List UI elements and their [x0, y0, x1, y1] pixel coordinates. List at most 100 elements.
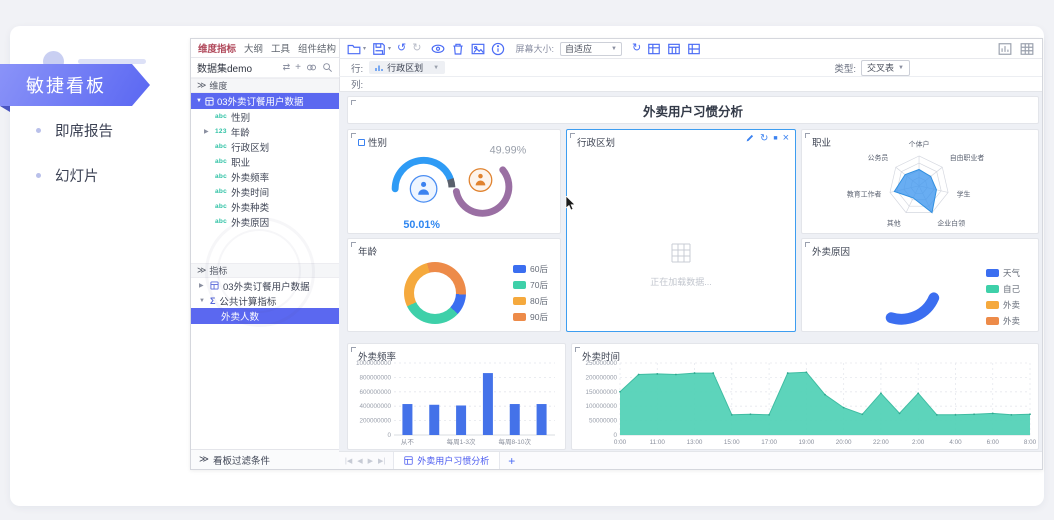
snapshot-icon[interactable]	[667, 42, 681, 56]
svg-text:8:00: 8:00	[1024, 439, 1037, 446]
dataset-name: 数据集demo	[197, 60, 252, 75]
menu-item-agile-dashboard[interactable]: 敏捷看板	[0, 64, 150, 106]
tree-field[interactable]: abc职业	[191, 154, 339, 169]
chart-card-region[interactable]: 行政区划 ↻ ■ × 正在加载数据...	[566, 129, 796, 332]
legend-item[interactable]: 自己	[986, 283, 1036, 295]
field-type-icon: abc	[215, 203, 227, 210]
field-type-icon: abc	[215, 173, 227, 180]
redo-icon[interactable]: ↻	[412, 43, 421, 54]
search-icon[interactable]	[322, 62, 333, 73]
add-icon[interactable]: +	[295, 62, 301, 73]
loading-placeholder: 正在加载数据...	[567, 240, 795, 288]
dashboard-canvas: 外卖用户习惯分析 性别 50.01% 49.99%	[339, 92, 1042, 453]
svg-text:15:00: 15:00	[724, 439, 740, 446]
legend-item[interactable]: 天气	[986, 267, 1036, 279]
svg-text:20:00: 20:00	[836, 439, 852, 446]
save-caret-icon[interactable]: ▾	[388, 45, 391, 52]
row-shelf: 行: 行政区划▼ 类型: 交叉表▼	[339, 59, 1042, 77]
first-sheet-icon[interactable]: |◀	[345, 457, 352, 465]
tree-field[interactable]: abc外卖频率	[191, 169, 339, 184]
chart-card-occupation[interactable]: 职业 个体户自由职业者学生企业白领其他教育工作者公务员	[801, 129, 1039, 234]
dimensions-section-header[interactable]: ≫维度	[191, 78, 339, 93]
tab-tools[interactable]: 工具	[271, 41, 290, 55]
table-config-icon[interactable]	[687, 42, 701, 56]
chart-card-reason[interactable]: 外卖原因 天气自己外卖外卖	[801, 238, 1039, 332]
image-icon[interactable]	[471, 42, 485, 56]
chart-card-frequency[interactable]: 外卖频率 02000000004000000006000000008000000…	[347, 343, 566, 450]
preview-icon[interactable]	[431, 42, 445, 56]
reason-legend: 天气自己外卖外卖	[986, 267, 1036, 327]
toolbar: ▾ ▾ ↺ ↻ 屏幕大小: 自适应▼ ↻	[339, 39, 1042, 59]
chart-card-time[interactable]: 外卖时间 05000000010000000015000000020000000…	[571, 343, 1039, 450]
chart-card-age[interactable]: 年龄 60后70后80后90后	[347, 238, 561, 332]
chart-switch-icon[interactable]	[998, 42, 1012, 56]
refresh-icon[interactable]: ↻	[760, 134, 768, 143]
svg-text:0:00: 0:00	[614, 439, 627, 446]
caret-right-icon[interactable]: ▶	[199, 282, 206, 289]
edit-pencil-icon[interactable]	[745, 133, 755, 143]
refresh-icon[interactable]: ↻	[632, 43, 641, 54]
sheet-tab-active[interactable]: 外卖用户习惯分析	[393, 452, 500, 469]
dashboard-title-card[interactable]: 外卖用户习惯分析	[347, 96, 1039, 124]
last-sheet-icon[interactable]: ▶|	[378, 457, 385, 465]
stop-icon[interactable]: ■	[773, 134, 777, 143]
svg-text:11:00: 11:00	[650, 439, 666, 446]
export-icon[interactable]	[647, 42, 661, 56]
tab-component-structure[interactable]: 组件结构	[298, 41, 336, 55]
legend-item[interactable]: 70后	[513, 279, 548, 291]
next-sheet-icon[interactable]: ▶	[368, 457, 373, 465]
frequency-bar-chart: 0200000000400000000600000000800000000100…	[348, 358, 565, 447]
info-icon[interactable]	[491, 42, 505, 56]
field-type-icon: abc	[215, 188, 227, 195]
linkage-icon	[358, 139, 365, 146]
tab-dimension-measure[interactable]: 维度指标	[198, 41, 236, 55]
menu-item-slides[interactable]: 幻灯片	[36, 165, 99, 186]
caret-down-icon[interactable]: ▼	[196, 98, 202, 104]
close-icon[interactable]: ×	[783, 134, 789, 143]
bi-app-window: 维度指标 大纲 工具 组件结构 数据集demo ⇄ + ≫维度 ▼03外卖订餐用…	[190, 38, 1043, 470]
svg-text:企业白领: 企业白领	[937, 219, 965, 228]
legend-item[interactable]: 外卖	[986, 299, 1036, 311]
chevron-down-icon: ▼	[433, 65, 439, 71]
col-label: 列:	[351, 77, 363, 91]
legend-item[interactable]: 60后	[513, 263, 548, 275]
legend-item[interactable]: 80后	[513, 295, 548, 307]
svg-text:0: 0	[613, 432, 617, 439]
screen-size-select[interactable]: 自适应▼	[560, 42, 622, 56]
chart-card-gender[interactable]: 性别 50.01% 49.99%	[347, 129, 561, 234]
data-table-icon[interactable]	[1020, 42, 1034, 56]
menu-label: 敏捷看板	[26, 72, 106, 98]
tree-field[interactable]: abc行政区划	[191, 139, 339, 154]
tree-field[interactable]: abc性别	[191, 109, 339, 124]
save-icon[interactable]	[372, 42, 386, 56]
svg-text:个体户: 个体户	[909, 139, 930, 148]
legend-item[interactable]: 外卖	[986, 315, 1036, 327]
svg-text:从不: 从不	[401, 438, 415, 446]
svg-text:22:00: 22:00	[873, 439, 889, 446]
dashboard-filter-bar[interactable]: ≫看板过滤条件	[191, 449, 339, 469]
caret-right-icon[interactable]: ▶	[204, 128, 211, 135]
folder-open-icon[interactable]	[347, 42, 361, 56]
panel-tab-bar: 维度指标 大纲 工具 组件结构	[191, 39, 339, 58]
delete-icon[interactable]	[451, 42, 465, 56]
field-type-icon: abc	[215, 113, 227, 120]
prev-sheet-icon[interactable]: ◀	[357, 457, 362, 465]
row-field-pill[interactable]: 行政区划▼	[369, 61, 445, 74]
tree-field[interactable]: abc外卖时间	[191, 184, 339, 199]
legend-item[interactable]: 90后	[513, 311, 548, 323]
caret-down-icon[interactable]: ▼	[199, 298, 206, 304]
undo-icon[interactable]: ↺	[397, 43, 406, 54]
svg-text:6:00: 6:00	[987, 439, 1000, 446]
tree-field[interactable]: ▶123年龄	[191, 124, 339, 139]
svg-text:每周8-10次: 每周8-10次	[498, 437, 531, 446]
swap-icon[interactable]: ⇄	[283, 62, 291, 73]
tree-field[interactable]: abc外卖种类	[191, 199, 339, 214]
type-select[interactable]: 交叉表▼	[861, 60, 910, 76]
tree-root-dataset[interactable]: ▼03外卖订餐用户数据	[191, 93, 339, 109]
chart-title: 外卖原因	[812, 244, 850, 258]
add-sheet-button[interactable]: +	[508, 454, 515, 468]
link-icon[interactable]	[306, 62, 317, 73]
tab-outline[interactable]: 大纲	[244, 41, 263, 55]
menu-item-adhoc-report[interactable]: 即席报告	[36, 120, 113, 141]
folder-caret-icon[interactable]: ▾	[363, 45, 366, 52]
